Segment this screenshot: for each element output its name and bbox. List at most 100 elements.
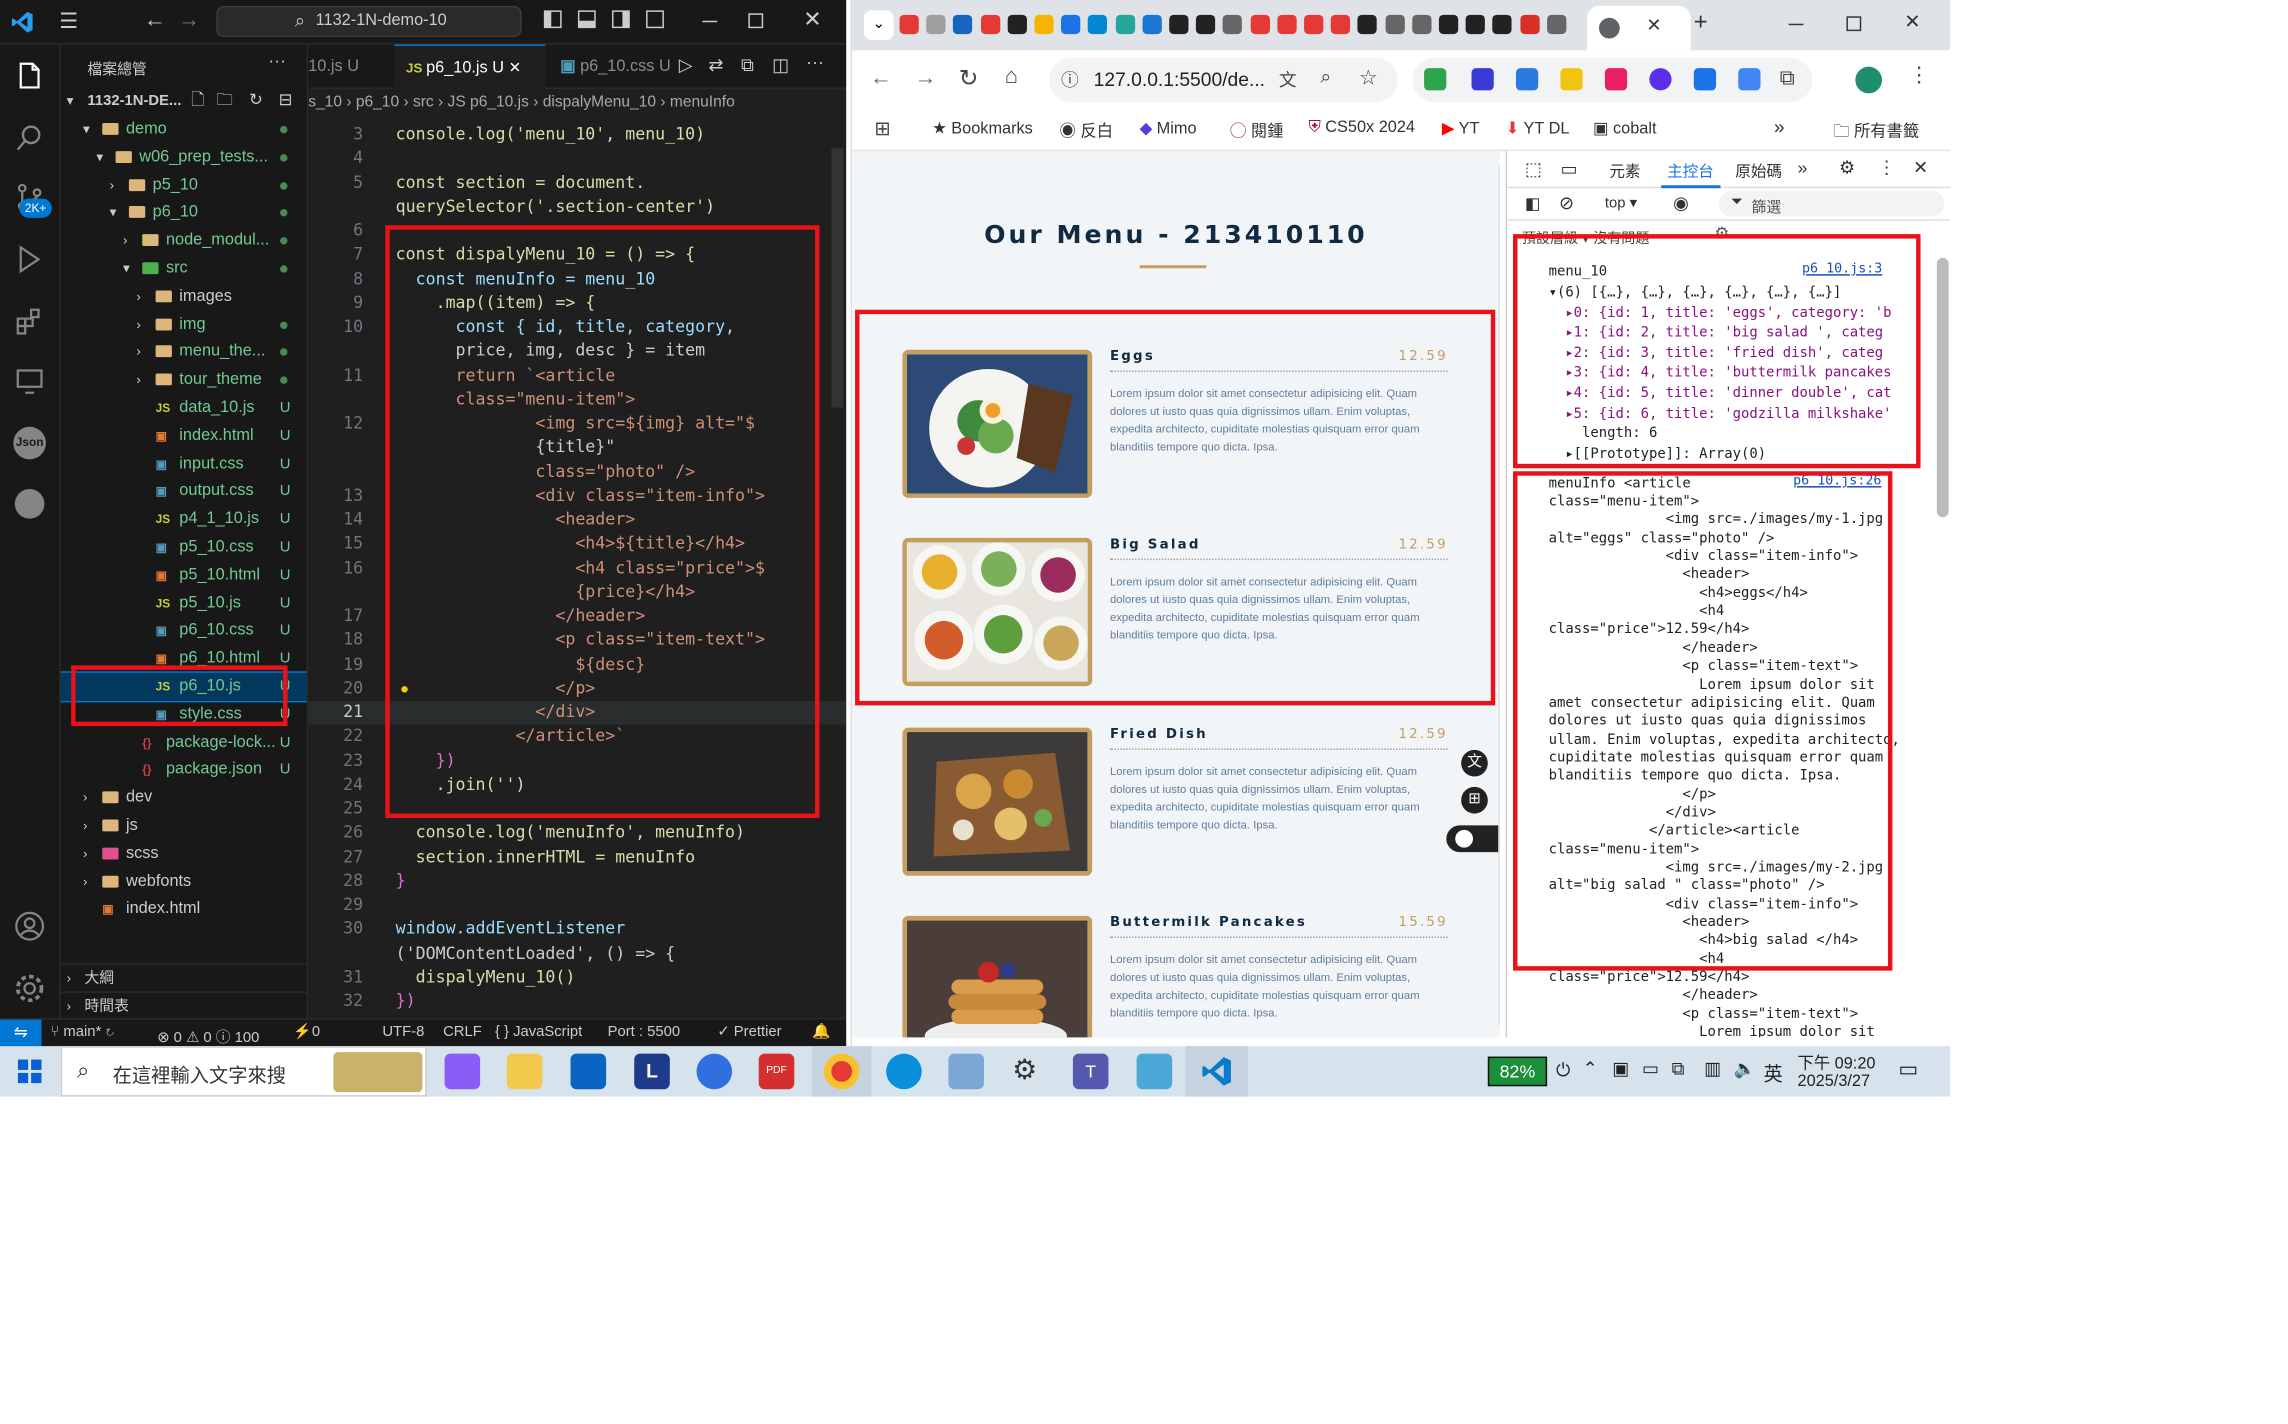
pinned-tab-favicon[interactable] xyxy=(899,14,919,35)
eol-indicator[interactable]: CRLF xyxy=(443,1024,482,1040)
triangle-extension-icon[interactable] xyxy=(1560,68,1583,91)
scrollbar-thumb[interactable] xyxy=(831,148,844,408)
pinned-tab-favicon[interactable] xyxy=(1277,14,1297,35)
file-explorer-icon[interactable] xyxy=(506,1053,543,1090)
bookmark-item[interactable]: ⬇ YT DL xyxy=(1506,119,1570,138)
profile-avatar[interactable] xyxy=(1855,66,1883,94)
shield-extension-icon[interactable] xyxy=(1424,68,1447,91)
remote-explorer-icon[interactable] xyxy=(13,365,46,398)
site-info-icon[interactable]: ⓘ xyxy=(1061,67,1079,92)
notification-icon[interactable]: ▭ xyxy=(1898,1057,1918,1082)
close-tab-icon[interactable]: ✕ xyxy=(1646,15,1661,36)
code-line[interactable]: 32}) xyxy=(308,990,846,1014)
new-file-icon[interactable]: 🗋 xyxy=(191,87,204,115)
inspect-element-icon[interactable]: ⬚ xyxy=(1525,159,1542,180)
tab-10-js[interactable]: 10.js U xyxy=(308,44,391,88)
tree-item[interactable]: › scss xyxy=(61,840,307,868)
problems-indicator[interactable]: ⊗ 0 ⚠ 0 ⓘ 100 xyxy=(157,1024,259,1046)
filter-input[interactable]: ⏷ 篩選 xyxy=(1719,191,1945,217)
tree-item[interactable]: ▣ input.css U xyxy=(61,450,307,478)
close-devtools-icon[interactable]: ✕ xyxy=(1913,157,1928,178)
tree-item[interactable]: › js xyxy=(61,812,307,840)
pinned-tab-favicon[interactable] xyxy=(1142,14,1162,35)
remote-icon[interactable]: ⇋ xyxy=(0,1019,42,1047)
bookmark-item[interactable]: ◆ Mimo xyxy=(1140,119,1197,138)
pinned-tab-favicon[interactable] xyxy=(1250,14,1270,35)
tree-item[interactable]: › img xyxy=(61,311,307,339)
tree-item[interactable]: › node_modul... xyxy=(61,227,307,255)
bookmark-item[interactable]: ⛨ CS50x 2024 xyxy=(1309,119,1415,138)
tree-item[interactable]: {} package-lock... U xyxy=(61,728,307,756)
run-icon[interactable]: ▷ xyxy=(679,55,693,76)
tree-item[interactable]: ▣ index.html U xyxy=(61,422,307,450)
tree-item[interactable]: ▾ demo xyxy=(61,116,307,144)
bookmark-star-icon[interactable]: ☆ xyxy=(1359,65,1378,90)
code-line[interactable]: ('DOMContentLoaded', () => { xyxy=(308,942,846,966)
face-extension-icon[interactable] xyxy=(1649,68,1672,91)
grid-extension-icon[interactable] xyxy=(1515,68,1539,91)
back-arrow-icon[interactable]: ← xyxy=(870,65,892,90)
tab-p6-10-css[interactable]: ▣ p6_10.css U xyxy=(548,44,670,88)
more-tabs-icon[interactable]: » xyxy=(1798,157,1808,178)
command-center[interactable]: ⌕ 1132-1N-demo-10 xyxy=(216,5,522,38)
maximize-icon[interactable] xyxy=(1846,16,1862,32)
close-icon[interactable]: ✕ xyxy=(1904,10,1920,34)
pdf-app-icon[interactable]: PDF xyxy=(758,1053,795,1090)
pinned-tab-favicon[interactable] xyxy=(1304,14,1324,35)
breadcrumb-item[interactable]: p6_10 xyxy=(356,93,399,111)
split-editor-icon[interactable]: ◫ xyxy=(772,55,789,76)
notes-app-icon[interactable] xyxy=(1136,1053,1173,1090)
clear-console-icon[interactable]: ⊘ xyxy=(1559,193,1574,214)
translate-extension-icon[interactable] xyxy=(1738,68,1761,91)
outline-section[interactable]: › 大綱 xyxy=(60,963,307,991)
zoom-icon[interactable]: ⌕ xyxy=(1320,65,1331,89)
hamburger-menu-icon[interactable]: ☰ xyxy=(59,9,78,34)
branch-indicator[interactable]: ⑂ main* ↻ xyxy=(50,1024,114,1040)
bookmark-item[interactable]: ▶ YT xyxy=(1442,119,1480,138)
code-editor[interactable]: 10.js U JS p6_10.js U ✕ ▣ p6_10.css U ▷ … xyxy=(308,44,847,1019)
extensions-icon[interactable] xyxy=(13,305,46,338)
translate-icon[interactable]: 文 xyxy=(1279,67,1297,92)
sidebar-toggle-icon[interactable]: ◧ xyxy=(1525,194,1540,214)
pinned-tab-favicon[interactable] xyxy=(1007,14,1027,35)
new-folder-icon[interactable]: 🗀 xyxy=(216,87,232,115)
breadcrumb-item[interactable]: menuInfo xyxy=(670,93,735,111)
active-tab[interactable]: ✕ xyxy=(1587,5,1691,51)
settings-gear-icon[interactable]: ⚙ xyxy=(1012,1054,1037,1088)
sync-extension-icon[interactable] xyxy=(1693,68,1717,91)
pinned-tab-favicon[interactable] xyxy=(1196,14,1216,35)
vscode-taskbar-active[interactable] xyxy=(1185,1046,1248,1097)
pinned-tab-favicon[interactable] xyxy=(1357,14,1378,35)
volume-icon[interactable]: 🔈 xyxy=(1734,1058,1756,1079)
tab-search-chevron-icon[interactable]: ⌄ xyxy=(863,10,894,41)
breadcrumb-item[interactable]: JS p6_10.js xyxy=(448,93,529,111)
toggle-panel-icon[interactable] xyxy=(577,10,596,29)
eye-icon[interactable]: ◉ xyxy=(1673,193,1689,214)
collapse-all-icon[interactable]: ⊟ xyxy=(279,87,293,115)
workspace-header[interactable]: ▾ 1132-1N-DE... 🗋 🗀 ↻ ⊟ xyxy=(61,87,307,115)
line-app-icon[interactable]: L xyxy=(634,1053,670,1090)
settings-gear-icon[interactable]: ⚙ xyxy=(1839,157,1855,178)
windows-start-icon[interactable] xyxy=(17,1059,42,1084)
pinned-tab-favicon[interactable] xyxy=(1061,14,1081,35)
search-icon[interactable] xyxy=(13,122,46,155)
address-bar[interactable]: ⓘ 127.0.0.1:5500/de... 文 ⌕ ☆ xyxy=(1049,57,1398,103)
minimize-icon[interactable] xyxy=(702,20,718,23)
pinned-tab-favicon[interactable] xyxy=(980,14,1000,35)
toggle-secondary-sidebar-icon[interactable] xyxy=(612,10,630,29)
tree-item[interactable]: › menu_the... xyxy=(61,338,307,366)
settings-gear-icon[interactable] xyxy=(13,972,46,1005)
pinned-tab-favicon[interactable] xyxy=(953,14,973,35)
pinned-tab-favicon[interactable] xyxy=(1492,14,1513,35)
reload-icon[interactable]: ↻ xyxy=(959,64,979,94)
breadcrumb-item[interactable]: dispalyMenu_10 xyxy=(543,93,656,111)
devtools-scrollbar-thumb[interactable] xyxy=(1936,257,1949,518)
tree-item[interactable]: ▾ src xyxy=(61,255,307,283)
ports-indicator[interactable]: ⚡0 xyxy=(293,1024,320,1040)
tab-sources[interactable]: 原始碼 xyxy=(1735,160,1782,182)
outlook-icon[interactable] xyxy=(570,1053,607,1090)
prettier-indicator[interactable]: ✓ Prettier xyxy=(717,1024,781,1040)
code-line[interactable]: 27 section.innerHTML = menuInfo xyxy=(308,845,846,869)
chevron-up-icon[interactable]: ⌃ xyxy=(1583,1058,1598,1079)
maximize-icon[interactable] xyxy=(748,13,764,29)
